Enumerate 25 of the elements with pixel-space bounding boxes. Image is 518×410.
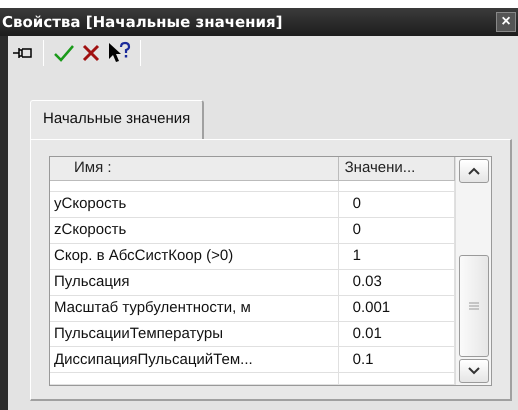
property-name: ПульсацииТемпературы	[50, 321, 338, 347]
close-button[interactable]: ×	[496, 12, 516, 32]
property-value[interactable]: 0.03	[338, 269, 454, 296]
tab[interactable]: Начальные значения	[30, 100, 204, 138]
property-value[interactable]: 1	[338, 243, 454, 270]
caret-up-icon	[468, 166, 480, 174]
property-name: ДиссипацияПульсацийТем...	[50, 346, 338, 373]
property-value[interactable]: 0.01	[338, 321, 454, 347]
window-title: Свойства [Начальные значения]	[2, 12, 283, 33]
property-name: Скор. в АбсСистКоор (>0)	[50, 243, 338, 270]
scrollbar-thumb[interactable]	[458, 254, 488, 356]
caret-down-icon	[468, 366, 480, 374]
property-value[interactable]: 0.001	[338, 295, 454, 322]
property-name: Пульсация	[50, 269, 338, 296]
column-header[interactable]: Значени...	[338, 156, 454, 180]
property-name: уСкорость	[50, 192, 338, 218]
column-header[interactable]: Имя :	[50, 156, 338, 180]
property-value[interactable]: 0.1	[338, 346, 454, 373]
property-value[interactable]: 0	[338, 217, 454, 244]
property-value[interactable]: 0	[338, 192, 454, 218]
scrollbar[interactable]	[455, 156, 491, 384]
scroll-up-button[interactable]	[458, 158, 488, 182]
scroll-down-button[interactable]	[458, 358, 488, 382]
property-name: zСкорость	[50, 217, 338, 244]
property-name: Масштаб турбулентности, м	[50, 295, 338, 322]
